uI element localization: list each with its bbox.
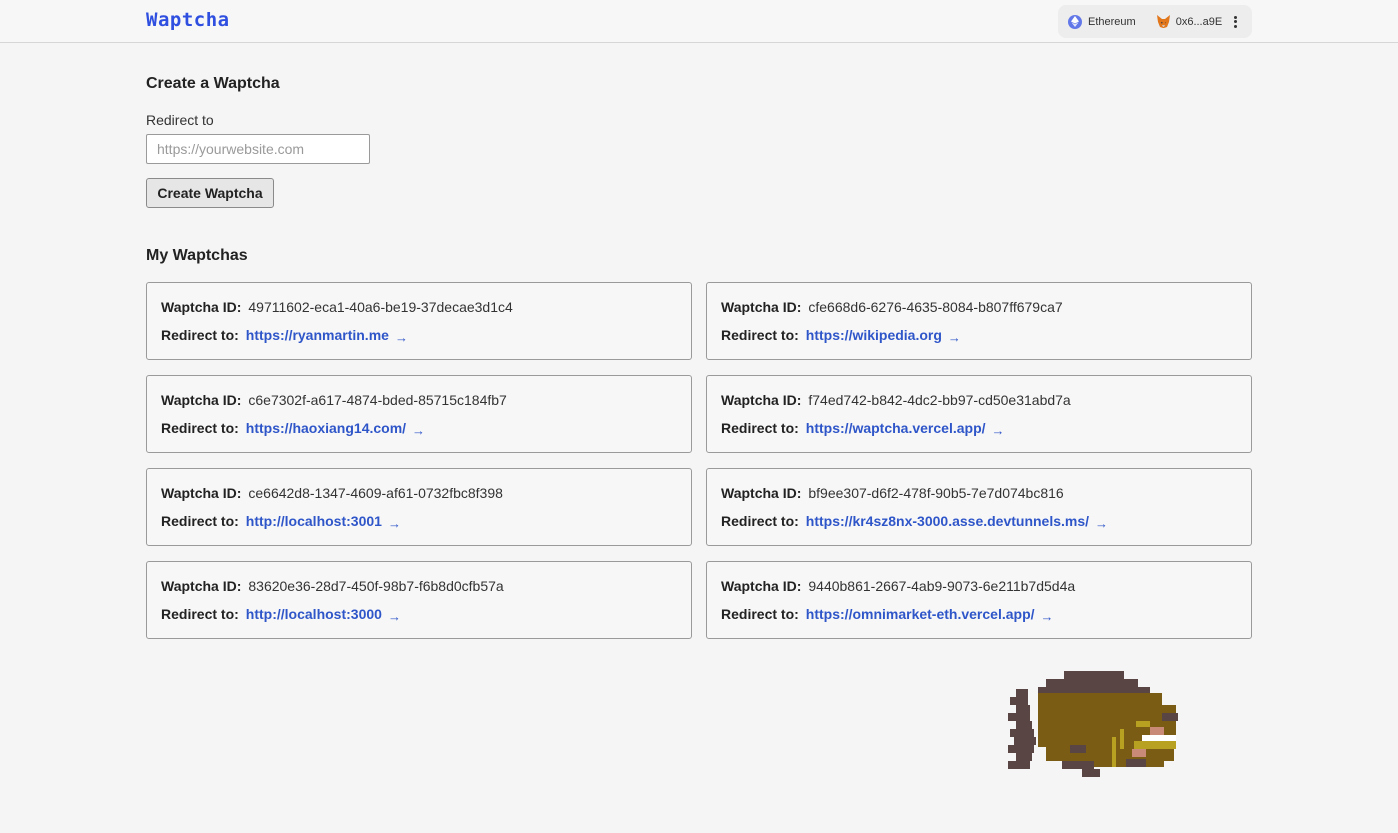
redirect-link[interactable]: https://haoxiang14.com/ <box>246 420 406 436</box>
redirect-link[interactable]: http://localhost:3001 <box>246 513 382 529</box>
waptcha-id-label: Waptcha ID: <box>161 299 242 315</box>
arrow-right-icon: → <box>947 330 961 345</box>
waptcha-id: 9440b861-2667-4ab9-9073-6e211b7d5d4a <box>808 578 1076 594</box>
network-name: Ethereum <box>1088 15 1136 28</box>
waptcha-id: bf9ee307-d6f2-478f-90b5-7e7d074bc816 <box>808 485 1064 501</box>
waptcha-card: Waptcha ID: 49711602-eca1-40a6-be19-37dec… <box>146 282 692 360</box>
redirect-label: Redirect to <box>146 112 214 128</box>
waptcha-id-label: Waptcha ID: <box>721 485 802 501</box>
waptcha-list: Waptcha ID: 49711602-eca1-40a6-be19-37dec… <box>146 282 1252 639</box>
redirect-link[interactable]: http://localhost:3000 <box>246 606 382 622</box>
redirect-to-label: Redirect to: <box>721 606 799 622</box>
waptcha-card: Waptcha ID: c6e7302f-a617-4874-bded-85715… <box>146 375 692 453</box>
waptcha-id: c6e7302f-a617-4874-bded-85715c184fb7 <box>248 392 507 408</box>
waptcha-card: Waptcha ID: ce6642d8-1347-4609-af61-0732f… <box>146 468 692 546</box>
redirect-to-label: Redirect to: <box>721 327 799 343</box>
redirect-to-label: Redirect to: <box>161 327 239 343</box>
arrow-right-icon: → <box>1095 516 1109 531</box>
metamask-fox-icon <box>1156 15 1170 28</box>
arrow-right-icon: → <box>412 423 426 438</box>
arrow-right-icon: → <box>394 330 408 345</box>
arrow-right-icon: → <box>387 609 401 624</box>
redirect-to-label: Redirect to: <box>721 420 799 436</box>
arrow-right-icon: → <box>991 423 1005 438</box>
create-section-title: Create a Waptcha <box>146 75 280 92</box>
waptcha-card: Waptcha ID: f74ed742-b842-4dc2-bb97-cd50e… <box>706 375 1252 453</box>
arrow-right-icon: → <box>387 516 401 531</box>
waptcha-id: 49711602-eca1-40a6-be19-37decae3d1c4 <box>248 299 513 315</box>
waptcha-id-label: Waptcha ID: <box>161 392 242 408</box>
more-vertical-icon[interactable] <box>1230 14 1240 30</box>
create-waptcha-button[interactable]: Create Waptcha <box>146 178 274 208</box>
waptcha-id-label: Waptcha ID: <box>161 578 242 594</box>
redirect-link[interactable]: https://kr4sz8nx-3000.asse.devtunnels.ms… <box>806 513 1089 529</box>
waptcha-id: ce6642d8-1347-4609-af61-0732fbc8f398 <box>248 485 503 501</box>
ethereum-icon <box>1068 14 1082 29</box>
network-selector[interactable]: Ethereum <box>1068 14 1136 29</box>
my-waptchas-title: My Waptchas <box>146 247 248 264</box>
redirect-link[interactable]: https://omnimarket-eth.vercel.app/ <box>806 606 1035 622</box>
pixel-fish-mascot <box>1008 671 1178 777</box>
redirect-url-input[interactable] <box>146 134 370 164</box>
redirect-link[interactable]: https://wikipedia.org <box>806 327 942 343</box>
waptcha-id-label: Waptcha ID: <box>721 299 802 315</box>
redirect-to-label: Redirect to: <box>161 513 239 529</box>
top-bar: Waptcha Ethereum 0x6...a9E <box>0 0 1398 43</box>
waptcha-card: Waptcha ID: bf9ee307-d6f2-478f-90b5-7e7d0… <box>706 468 1252 546</box>
app-logo[interactable]: Waptcha <box>146 9 230 31</box>
redirect-to-label: Redirect to: <box>161 606 239 622</box>
waptcha-id-label: Waptcha ID: <box>721 392 802 408</box>
redirect-to-label: Redirect to: <box>721 513 799 529</box>
redirect-link[interactable]: https://waptcha.vercel.app/ <box>806 420 986 436</box>
waptcha-id: 83620e36-28d7-450f-98b7-f6b8d0cfb57a <box>248 578 504 594</box>
redirect-link[interactable]: https://ryanmartin.me <box>246 327 389 343</box>
waptcha-id: f74ed742-b842-4dc2-bb97-cd50e31abd7a <box>808 392 1071 408</box>
wallet-widget: Ethereum 0x6...a9E <box>1058 5 1252 38</box>
waptcha-id-label: Waptcha ID: <box>161 485 242 501</box>
redirect-to-label: Redirect to: <box>161 420 239 436</box>
arrow-right-icon: → <box>1040 609 1054 624</box>
waptcha-id: cfe668d6-6276-4635-8084-b807ff679ca7 <box>808 299 1063 315</box>
account-button[interactable]: 0x6...a9E <box>1156 15 1222 28</box>
waptcha-card: Waptcha ID: 83620e36-28d7-450f-98b7-f6b8d… <box>146 561 692 639</box>
account-address: 0x6...a9E <box>1175 15 1223 28</box>
waptcha-card: Waptcha ID: 9440b861-2667-4ab9-9073-6e211… <box>706 561 1252 639</box>
waptcha-card: Waptcha ID: cfe668d6-6276-4635-8084-b807f… <box>706 282 1252 360</box>
waptcha-id-label: Waptcha ID: <box>721 578 802 594</box>
